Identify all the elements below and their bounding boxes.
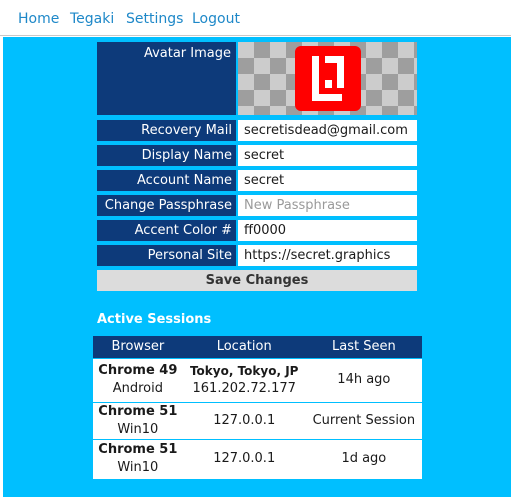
display-name-field[interactable] xyxy=(238,145,417,166)
browser-name: Chrome 51 xyxy=(98,403,178,419)
location-ip: 127.0.0.1 xyxy=(213,451,276,467)
nav-link-logout[interactable]: Logout xyxy=(192,11,240,27)
header-location: Location xyxy=(182,336,306,358)
avatar-logo-icon xyxy=(295,46,361,111)
nav-link-settings[interactable]: Settings xyxy=(126,11,183,27)
personal-site-field[interactable] xyxy=(238,245,417,266)
location-cell: 127.0.0.1 xyxy=(182,438,306,479)
save-changes-button[interactable]: Save Changes xyxy=(97,270,417,291)
last-seen-cell: 14h ago xyxy=(305,357,422,402)
accent-color-label: Accent Color # xyxy=(97,220,236,241)
browser-os: Win10 xyxy=(117,421,159,437)
personal-site-label: Personal Site xyxy=(97,245,236,266)
settings-panel: Avatar Image Recovery Mail Display Name … xyxy=(3,37,511,497)
location-cell: 127.0.0.1 xyxy=(182,401,306,439)
last-seen-cell: Current Session xyxy=(305,401,422,439)
browser-cell: Chrome 51 Win10 xyxy=(93,401,183,439)
browser-cell: Chrome 49 Android xyxy=(93,357,183,402)
avatar-label: Avatar Image xyxy=(97,42,236,115)
location-ip: 127.0.0.1 xyxy=(213,412,276,428)
account-name-field[interactable] xyxy=(238,170,417,191)
nav-link-tegaki[interactable]: Tegaki xyxy=(70,11,114,27)
accent-color-field[interactable] xyxy=(238,220,417,241)
location-city: Tokyo, Tokyo, JP xyxy=(189,364,299,378)
header-last-seen: Last Seen xyxy=(305,336,422,358)
browser-os: Android xyxy=(112,381,163,396)
browser-name: Chrome 51 xyxy=(98,442,178,458)
browser-os: Win10 xyxy=(117,460,159,476)
header-browser: Browser xyxy=(93,336,183,358)
sessions-table: Browser Location Last Seen Chrome 49 And… xyxy=(93,336,422,479)
location-ip: 161.202.72.177 xyxy=(192,381,296,396)
table-row[interactable]: Chrome 51 Win10 127.0.0.1 Current Sessio… xyxy=(93,401,422,439)
browser-cell: Chrome 51 Win10 xyxy=(93,438,183,479)
top-nav: Home Tegaki Settings Logout xyxy=(0,0,511,36)
passphrase-field[interactable] xyxy=(238,195,417,216)
sessions-heading: Active Sessions xyxy=(97,312,212,327)
table-row[interactable]: Chrome 49 Android Tokyo, Tokyo, JP 161.2… xyxy=(93,357,422,402)
table-row[interactable]: Chrome 51 Win10 127.0.0.1 1d ago xyxy=(93,438,422,479)
nav-link-home[interactable]: Home xyxy=(18,11,59,27)
passphrase-label: Change Passphrase xyxy=(97,195,236,216)
sessions-header-row: Browser Location Last Seen xyxy=(93,336,422,358)
location-cell: Tokyo, Tokyo, JP 161.202.72.177 xyxy=(182,357,306,402)
display-name-label: Display Name xyxy=(97,145,236,166)
avatar-image[interactable] xyxy=(238,42,417,115)
recovery-mail-label: Recovery Mail xyxy=(97,120,236,141)
recovery-mail-field[interactable] xyxy=(238,120,417,141)
account-name-label: Account Name xyxy=(97,170,236,191)
browser-name: Chrome 49 xyxy=(98,363,178,378)
last-seen-cell: 1d ago xyxy=(305,438,422,479)
